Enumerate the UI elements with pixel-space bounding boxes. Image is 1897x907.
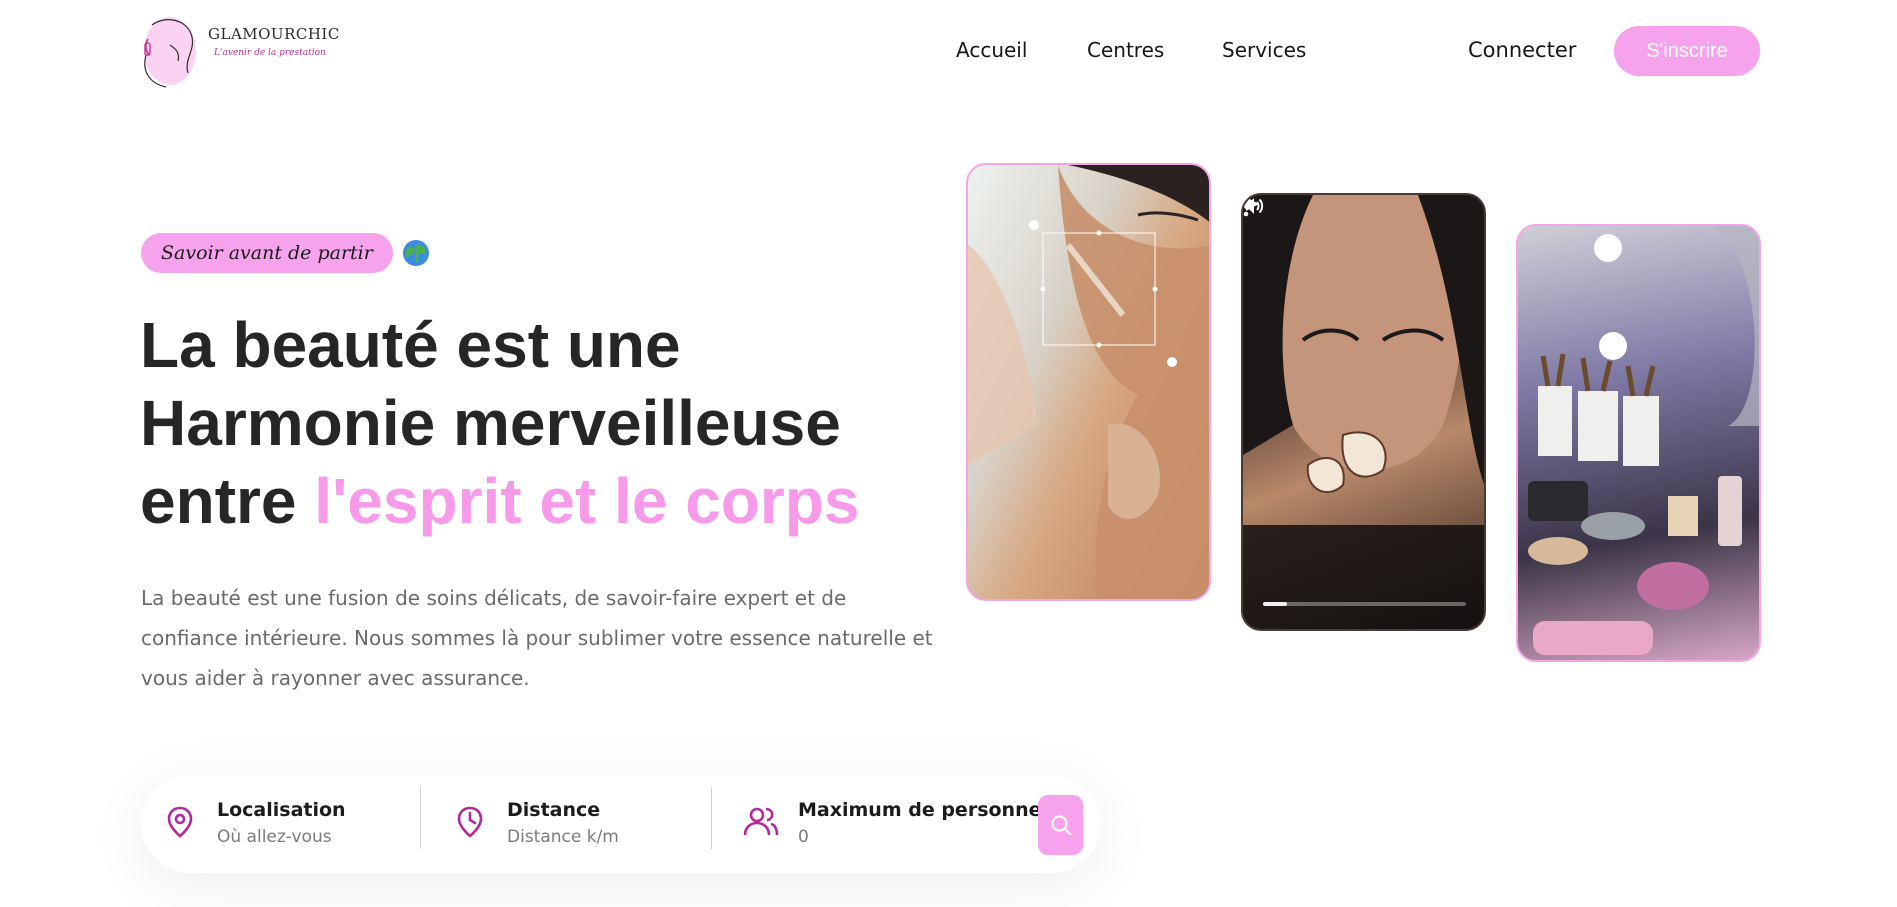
search-button[interactable] <box>1038 795 1083 855</box>
location-label: Localisation <box>217 799 346 821</box>
headline-line-1: La beauté est une <box>140 309 681 381</box>
max-persons-value[interactable]: 0 <box>798 827 809 847</box>
serum-photo-illustration <box>968 165 1209 599</box>
max-persons-label: Maximum de personne <box>798 799 1042 821</box>
headline-accent: l'esprit et le corps <box>314 465 860 537</box>
nav-item-centres[interactable]: Centres <box>1087 38 1164 62</box>
brand-tagline: L'avenir de la prestation <box>214 48 326 58</box>
hero-description: La beauté est une fusion de soins délica… <box>141 586 933 690</box>
search-bar: Localisation Où allez-vous Distance Dist… <box>141 775 1101 873</box>
location-field[interactable]: Localisation Où allez-vous <box>161 787 426 861</box>
max-persons-field[interactable]: Maximum de personne 0 <box>742 787 1052 861</box>
search-divider <box>420 787 421 849</box>
nav-item-services[interactable]: Services <box>1222 38 1306 62</box>
distance-placeholder[interactable]: Distance k/m <box>507 827 619 847</box>
brand-logo[interactable]: GLAMOURCHIC L'avenir de la prestation <box>140 15 340 90</box>
headline-line-2: Harmonie merveilleuse <box>140 387 841 459</box>
beauty-photo-makeup <box>1516 224 1761 662</box>
beauty-photo-serum <box>966 163 1211 601</box>
butterfly-video-illustration <box>1243 195 1484 629</box>
hero-badge: Savoir avant de partir <box>141 233 393 273</box>
users-icon <box>743 807 779 836</box>
hero-badge-row: Savoir avant de partir <box>141 233 430 273</box>
distance-field[interactable]: Distance Distance k/m <box>451 787 721 861</box>
hero-headline: La beauté est une Harmonie merveilleuse … <box>140 306 900 540</box>
video-progress-fill <box>1263 602 1288 606</box>
nav-item-accueil[interactable]: Accueil <box>956 38 1027 62</box>
video-progress-track[interactable] <box>1263 602 1466 606</box>
beauty-video-butterfly[interactable] <box>1241 193 1486 631</box>
search-icon <box>1050 815 1071 836</box>
search-divider <box>711 787 712 849</box>
more-vertical-icon[interactable] <box>1243 195 1249 217</box>
location-placeholder[interactable]: Où allez-vous <box>217 827 332 847</box>
headline-line-3-plain: entre <box>140 465 315 537</box>
woman-face-logo-icon <box>144 17 196 88</box>
login-link[interactable]: Connecter <box>1468 38 1576 62</box>
signup-button[interactable]: S'inscrire <box>1614 26 1760 76</box>
globe-icon <box>402 240 429 266</box>
distance-label: Distance <box>507 799 601 821</box>
makeup-photo-illustration <box>1528 226 1759 655</box>
brand-name: GLAMOURCHIC <box>208 25 340 43</box>
location-pin-icon <box>167 806 193 838</box>
clock-pin-icon <box>457 806 483 838</box>
headline-line-3: entre l'esprit et le corps <box>140 462 900 540</box>
